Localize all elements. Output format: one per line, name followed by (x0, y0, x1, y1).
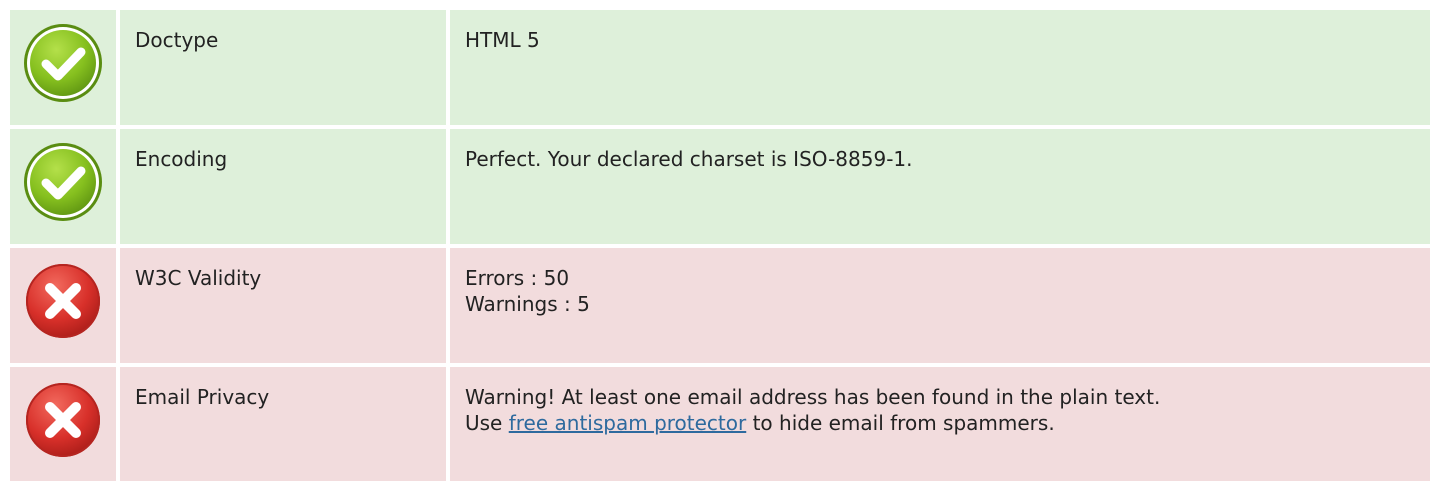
errors-count: Errors : 50 (465, 266, 570, 290)
row-label: Doctype (120, 10, 446, 125)
seo-results-table: Doctype HTML 5 Encoding Perfect. Your de… (10, 10, 1430, 481)
result-row-email-privacy: Email Privacy Warning! At least one emai… (10, 367, 1430, 481)
result-row-encoding: Encoding Perfect. Your declared charset … (10, 129, 1430, 244)
advice-prefix: Use (465, 411, 509, 435)
antispam-protector-link[interactable]: free antispam protector (509, 411, 747, 435)
cross-icon (22, 260, 104, 363)
cross-icon (22, 379, 104, 481)
status-cell (10, 129, 116, 244)
advice-suffix: to hide email from spammers. (746, 411, 1055, 435)
row-label: Email Privacy (120, 367, 446, 481)
row-value: Perfect. Your declared charset is ISO-88… (450, 129, 1430, 244)
check-icon (22, 141, 104, 244)
status-cell (10, 248, 116, 363)
warnings-count: Warnings : 5 (465, 292, 590, 316)
status-cell (10, 367, 116, 481)
row-value: Errors : 50 Warnings : 5 (450, 248, 1430, 363)
check-icon (22, 22, 104, 125)
row-label: Encoding (120, 129, 446, 244)
row-label: W3C Validity (120, 248, 446, 363)
advice-text: Use free antispam protector to hide emai… (465, 410, 1415, 436)
row-value: Warning! At least one email address has … (450, 367, 1430, 481)
row-value: HTML 5 (450, 10, 1430, 125)
warning-text: Warning! At least one email address has … (465, 385, 1161, 409)
status-cell (10, 10, 116, 125)
result-row-doctype: Doctype HTML 5 (10, 10, 1430, 125)
result-row-w3c-validity: W3C Validity Errors : 50 Warnings : 5 (10, 248, 1430, 363)
